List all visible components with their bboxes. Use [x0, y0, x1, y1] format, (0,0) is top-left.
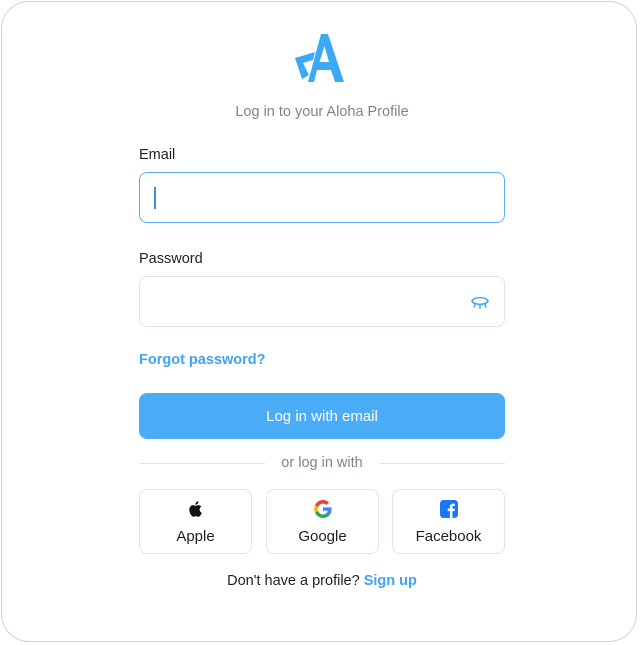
apple-login-button[interactable]: Apple: [139, 489, 252, 554]
page-subtitle: Log in to your Aloha Profile: [235, 104, 409, 120]
signup-prompt-text: Don't have a profile?: [227, 573, 360, 589]
eye-closed-icon[interactable]: [470, 292, 490, 312]
email-field-container: [139, 172, 505, 223]
email-label: Email: [139, 147, 176, 163]
google-login-label: Google: [298, 528, 347, 545]
email-field[interactable]: [140, 173, 504, 222]
apple-icon: [188, 501, 202, 517]
login-with-email-button[interactable]: Log in with email: [139, 393, 505, 439]
facebook-login-label: Facebook: [415, 528, 482, 545]
signup-link[interactable]: Sign up: [364, 573, 417, 589]
password-field[interactable]: [140, 277, 504, 326]
facebook-icon: [439, 500, 458, 518]
forgot-password-link[interactable]: Forgot password?: [139, 352, 265, 368]
divider-line-right: [379, 463, 505, 464]
signup-prompt: Don't have a profile? Sign up: [2, 573, 640, 589]
login-card: Log in to your Aloha Profile Email Passw…: [1, 1, 637, 642]
password-field-container: [139, 276, 505, 327]
divider-text: or log in with: [281, 455, 363, 471]
facebook-login-button[interactable]: Facebook: [392, 489, 505, 554]
google-login-button[interactable]: Google: [266, 489, 379, 554]
password-label: Password: [139, 251, 203, 267]
text-caret: [154, 187, 156, 209]
aloha-logo-icon: [295, 34, 344, 82]
google-icon: [313, 500, 332, 518]
apple-login-label: Apple: [176, 528, 215, 545]
